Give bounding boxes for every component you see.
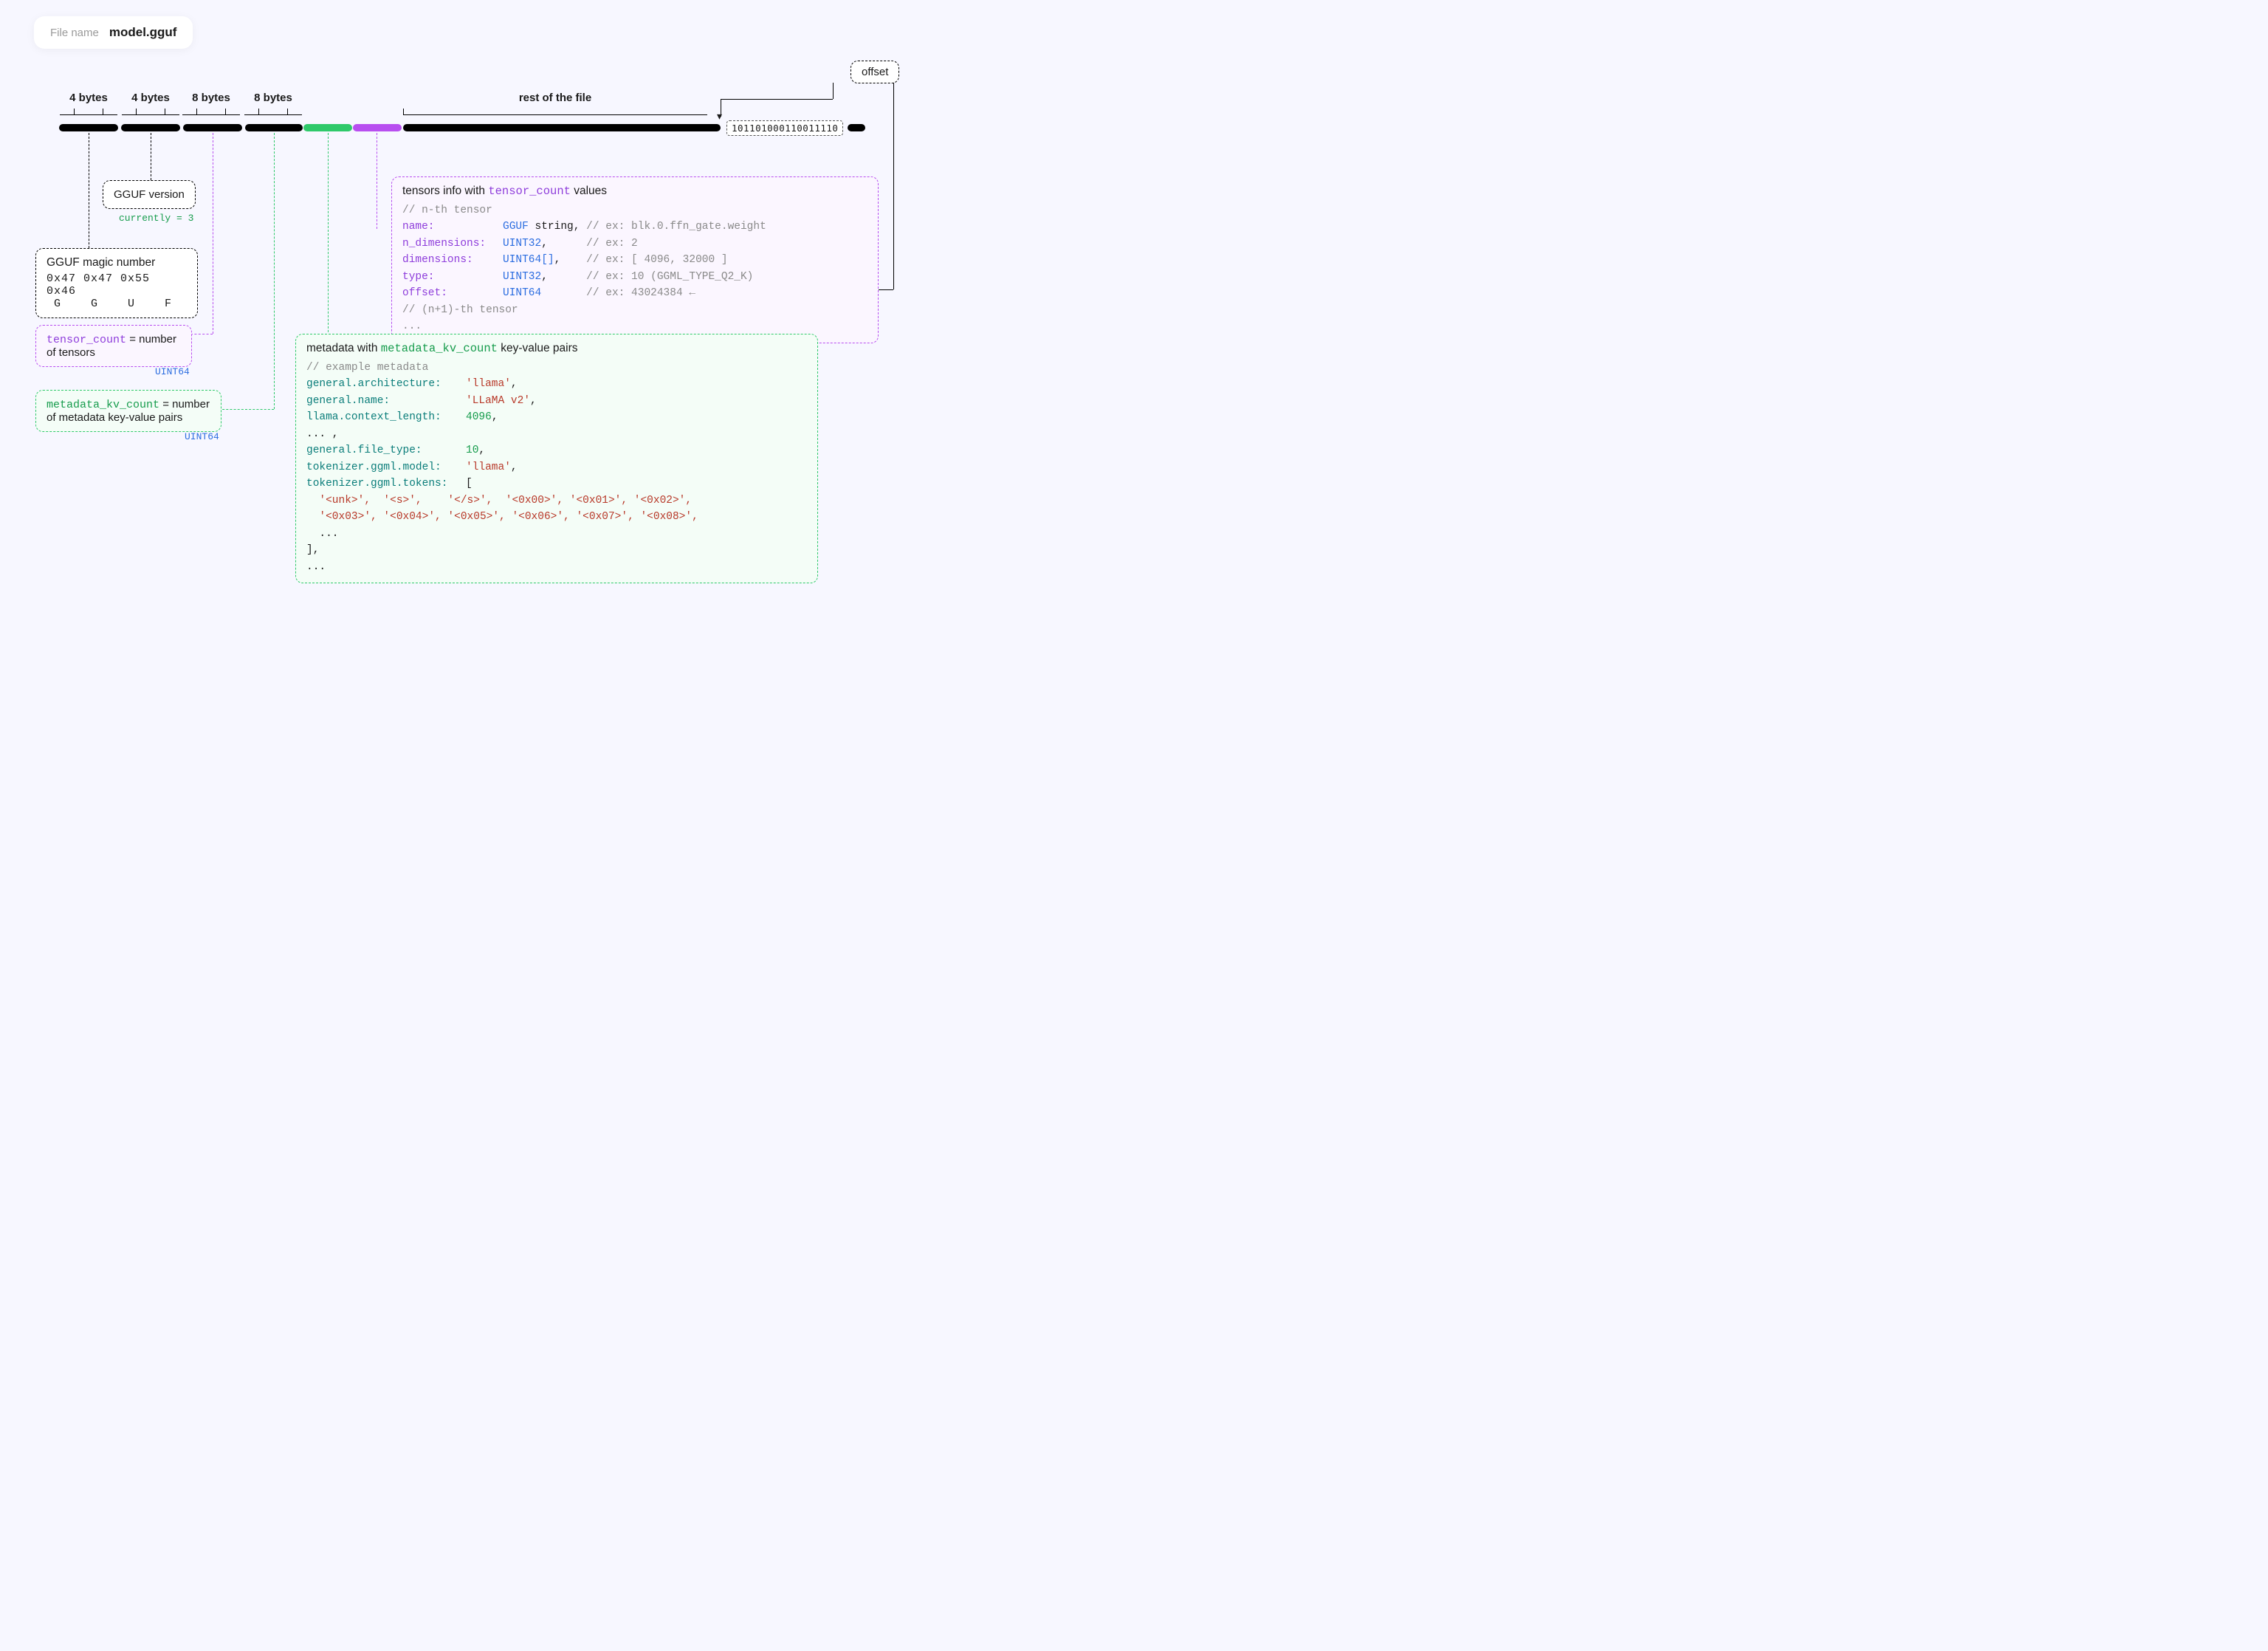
bar-rest xyxy=(403,124,721,131)
bar-tensors xyxy=(353,124,402,131)
box-version: GGUF version xyxy=(103,180,196,209)
tensors-header: tensors info with tensor_count values xyxy=(402,185,867,198)
offset-binary: 101101000110011110 xyxy=(726,120,843,136)
ruler-seg3-label: 8 bytes xyxy=(182,92,240,104)
magic-hex: 0x47 0x47 0x55 0x46 xyxy=(47,272,187,298)
ruler-seg4: 8 bytes xyxy=(244,92,302,115)
offset-line-h xyxy=(721,99,833,100)
version-title: GGUF version xyxy=(114,188,185,201)
ruler-seg1: 4 bytes xyxy=(60,92,117,115)
conn-kv-v xyxy=(274,133,275,409)
bar-metadata xyxy=(303,124,352,131)
conn-metadata-v xyxy=(328,133,329,340)
kv-count-type: UINT64 xyxy=(185,431,219,442)
tensor-count-var: tensor_count xyxy=(47,334,126,346)
metadata-header: metadata with metadata_kv_count key-valu… xyxy=(306,342,807,355)
bar-kvcount xyxy=(245,124,303,131)
file-name-value: model.gguf xyxy=(109,25,177,40)
offset-to-row-v xyxy=(893,83,894,289)
panel-tensors: tensors info with tensor_count values //… xyxy=(391,176,879,343)
magic-letters: G G U F xyxy=(47,298,187,310)
conn-kv-h xyxy=(219,409,274,410)
bar-magic xyxy=(59,124,118,131)
ruler-seg3: 8 bytes xyxy=(182,92,240,115)
ruler-rest: rest of the file xyxy=(403,92,707,115)
ruler-rest-label: rest of the file xyxy=(403,92,707,104)
panel-metadata: metadata with metadata_kv_count key-valu… xyxy=(295,334,818,583)
file-name-pill: File name model.gguf xyxy=(34,16,193,49)
ruler-seg2-label: 4 bytes xyxy=(122,92,179,104)
kv-count-var: metadata_kv_count xyxy=(47,399,159,411)
tensors-code: // n-th tensor name:GGUF string, // ex: … xyxy=(402,202,867,335)
offset-chip-text: offset xyxy=(862,66,888,78)
box-kv-count: metadata_kv_count = number of metadata k… xyxy=(35,390,221,432)
box-magic: GGUF magic number 0x47 0x47 0x55 0x46 G … xyxy=(35,248,198,318)
metadata-code: // example metadata general.architecture… xyxy=(306,360,807,575)
ruler-seg4-label: 8 bytes xyxy=(244,92,302,104)
ruler-seg1-label: 4 bytes xyxy=(60,92,117,104)
bar-tail xyxy=(848,124,865,131)
bar-tcount xyxy=(183,124,242,131)
offset-line-v1 xyxy=(833,83,834,99)
file-name-label: File name xyxy=(50,27,99,39)
version-note: currently = 3 xyxy=(119,213,193,224)
magic-title: GGUF magic number xyxy=(47,256,187,270)
arrow-down-icon: ▾ xyxy=(717,111,722,121)
ruler-seg2: 4 bytes xyxy=(122,92,179,115)
offset-chip: offset xyxy=(850,61,899,83)
bar-version xyxy=(121,124,180,131)
box-tensor-count: tensor_count = number of tensors xyxy=(35,325,192,367)
tensor-count-type: UINT64 xyxy=(155,366,190,377)
offset-binary-text: 101101000110011110 xyxy=(732,123,838,134)
